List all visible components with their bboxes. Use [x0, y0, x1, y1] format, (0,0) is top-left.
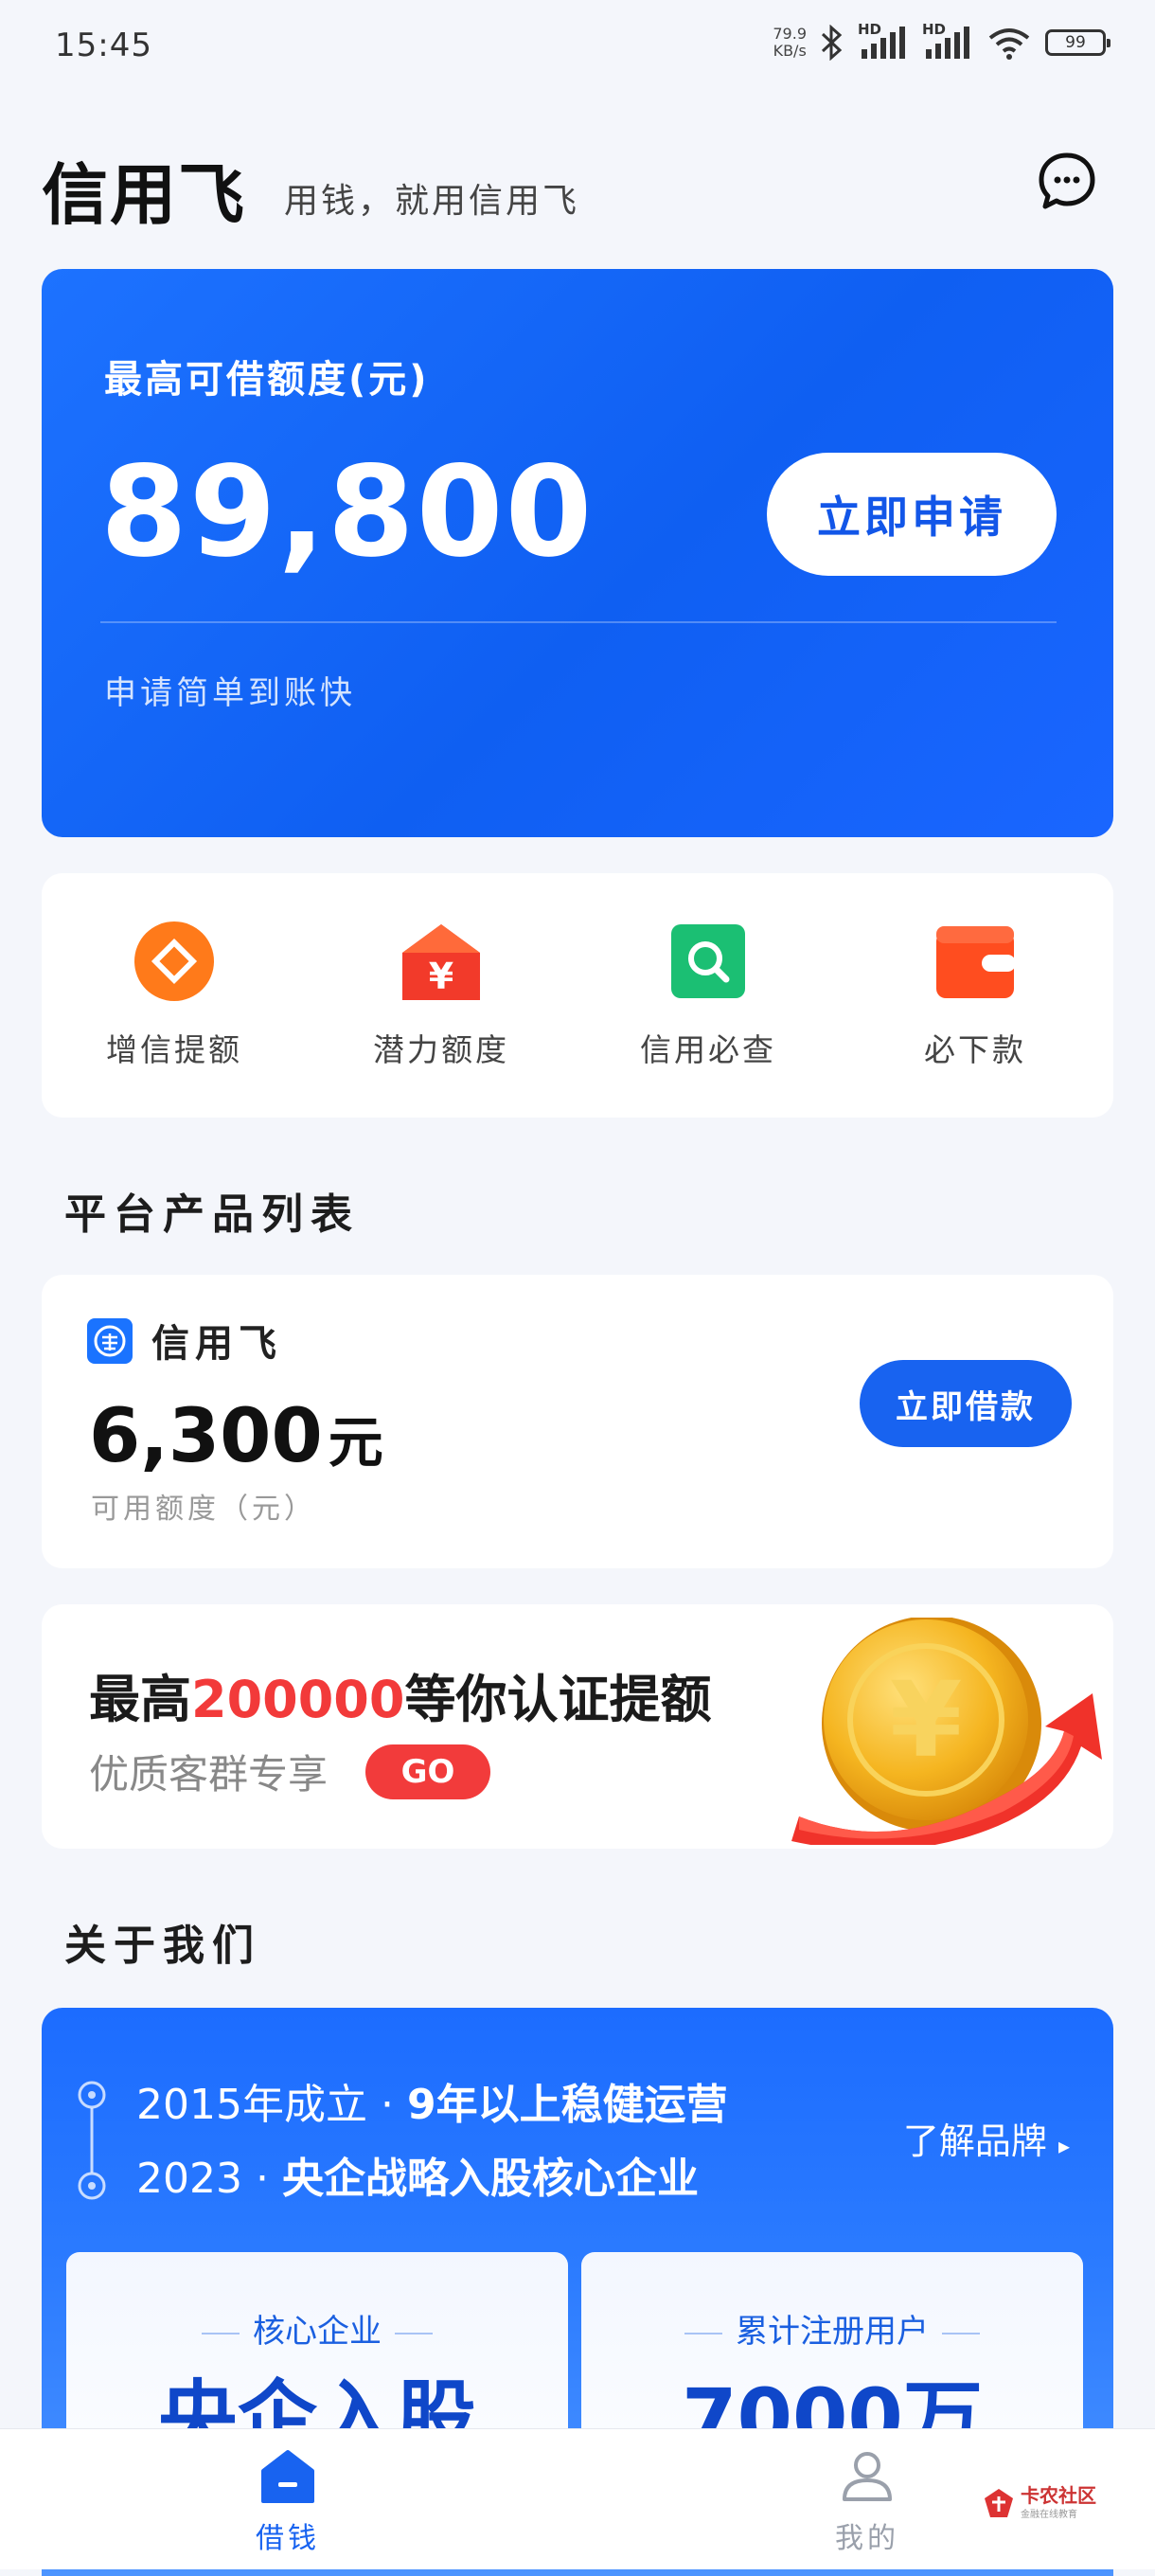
promo-subtitle: 优质客群专享 — [89, 1751, 329, 1798]
apply-now-button[interactable]: 立即申请 — [767, 453, 1057, 576]
status-bar: 15:45 79.9 KB/s HD HD 99 — [0, 0, 1155, 95]
signal-1-icon: HD — [858, 21, 909, 61]
promo-banner[interactable]: 最高200000等你认证提额 优质客群专享 GO ¥ — [42, 1604, 1113, 1849]
card-divider — [100, 621, 1057, 623]
quick-actions: 增信提额 ¥ 潜力额度 信用必查 必下款 — [42, 873, 1113, 1118]
signal-2-icon: HD — [922, 21, 973, 61]
product-available-label: 可用额度（元） — [91, 1493, 316, 1526]
diamond-icon — [133, 921, 215, 1002]
nav-tab-mine[interactable]: 我的 — [773, 2448, 962, 2556]
credit-limit-amount: 89,800 — [100, 439, 595, 585]
product-name: 信用飞 — [151, 1322, 282, 1366]
chevron-right-icon: ▸ — [1057, 2133, 1070, 2159]
borrow-now-button[interactable]: 立即借款 — [860, 1360, 1072, 1447]
credit-card-subtitle: 申请简单到账快 — [104, 674, 356, 712]
wifi-icon — [988, 28, 1030, 60]
product-card[interactable]: 信用飞 6,300 元 可用额度（元） 立即借款 — [42, 1275, 1113, 1568]
watermark-icon — [985, 2489, 1013, 2517]
watermark-logo: 卡农社区 金融在线教育 — [983, 2483, 1106, 2523]
nav-tab-borrow[interactable]: 借钱 — [193, 2448, 382, 2556]
svg-text:¥: ¥ — [429, 956, 453, 997]
quick-action-guaranteed-loan[interactable]: 必下款 — [871, 921, 1079, 1070]
about-us-title: 关于我们 — [64, 1922, 261, 1970]
credit-limit-label: 最高可借额度(元) — [104, 358, 430, 402]
yen-house-icon: ¥ — [400, 921, 482, 1002]
bottom-nav: 借钱 我的 — [0, 2428, 1155, 2569]
credit-limit-card: 最高可借额度(元) 89,800 立即申请 申请简单到账快 — [42, 269, 1113, 837]
product-logo-icon — [87, 1318, 133, 1364]
network-speed: 79.9 KB/s — [773, 25, 807, 60]
about-line-founded: 2015年成立 · 9年以上稳健运营 — [136, 2081, 728, 2129]
about-line-investment: 2023 · 央企战略入股核心企业 — [136, 2155, 699, 2203]
product-available-amount: 6,300 元 — [89, 1394, 383, 1479]
bluetooth-icon — [821, 25, 843, 61]
quick-action-credit-check[interactable]: 信用必查 — [604, 921, 812, 1070]
learn-brand-link[interactable]: 了解品牌 ▸ — [903, 2112, 1070, 2164]
timeline-icon — [78, 2081, 106, 2200]
app-slogan: 用钱，就用信用飞 — [284, 182, 580, 221]
gold-coin-icon: ¥ — [791, 1618, 1102, 1845]
home-icon — [261, 2450, 314, 2503]
battery-icon: 99 — [1045, 29, 1111, 56]
promo-title: 最高200000等你认证提额 — [89, 1670, 712, 1729]
app-logo: 信用飞 — [42, 156, 246, 234]
wallet-icon — [934, 921, 1016, 1002]
user-icon — [843, 2452, 892, 2501]
status-indicators: 79.9 KB/s HD HD 99 — [773, 21, 1111, 61]
status-time: 15:45 — [55, 27, 152, 64]
product-list-title: 平台产品列表 — [64, 1190, 360, 1239]
search-icon — [667, 921, 749, 1002]
quick-action-credit-boost[interactable]: 增信提额 — [70, 921, 278, 1070]
promo-go-button[interactable]: GO — [365, 1744, 490, 1799]
svg-text:¥: ¥ — [890, 1659, 963, 1780]
chat-bubble-icon[interactable] — [1038, 152, 1096, 210]
quick-action-potential-limit[interactable]: ¥ 潜力额度 — [337, 921, 545, 1070]
